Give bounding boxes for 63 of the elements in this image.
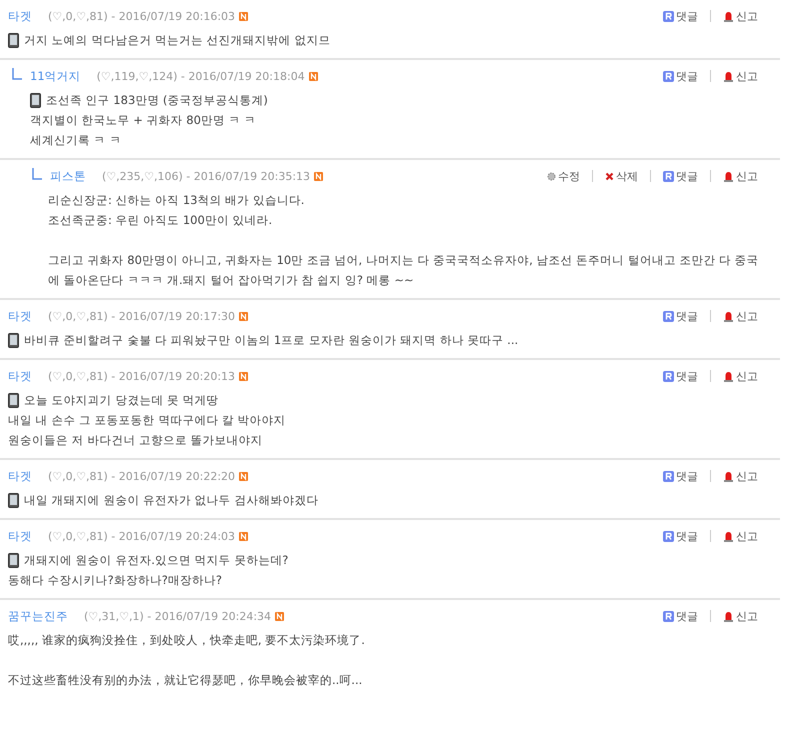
gear-icon (547, 172, 556, 180)
reply-icon (663, 170, 674, 182)
siren-icon (723, 370, 734, 382)
siren-icon (723, 10, 734, 22)
action-link[interactable]: 신고 (723, 308, 758, 324)
comment-text: 조선족 인구 183만명 (중국정부공식통계) (46, 92, 268, 109)
action-link[interactable]: 댓글 (663, 368, 698, 384)
comment-text: 哎,,,,, 谁家的疯狗没拴住，到处咬人，快牵走吧, 要不太污染环境了. (8, 632, 365, 649)
comment-meta: (♡,119,♡,124) - 2016/07/19 20:18:04 (96, 70, 305, 82)
delete-icon (605, 172, 614, 180)
siren-icon (723, 610, 734, 622)
action-link[interactable]: 댓글 (663, 168, 698, 184)
action-link[interactable]: 신고 (723, 528, 758, 544)
action-link[interactable]: 신고 (723, 468, 758, 484)
comment-text: 개돼지에 원숭이 유전자.있으면 먹지두 못하는데? (24, 552, 288, 569)
comment-text: 거지 노예의 먹다남은거 먹는거는 선진개돼지밖에 없지므 (24, 32, 330, 49)
comment-meta: (♡,0,♡,81) - 2016/07/19 20:17:30 (48, 310, 236, 322)
action-link[interactable]: 댓글 (663, 528, 698, 544)
comment-meta: (♡,235,♡,106) - 2016/07/19 20:35:13 (102, 170, 310, 182)
comment-text: 세계신기록 ㅋ ㅋ (30, 132, 122, 149)
comment-text: 에 돌아온단다 ㅋㅋㅋ 개.돼지 털어 잡아먹기가 참 쉽지 잉? 메롱 ~~ (48, 272, 414, 289)
reply-icon (663, 70, 674, 82)
siren-icon (723, 310, 734, 322)
reply-icon (663, 610, 674, 622)
comment-text: 오늘 도야지괴기 당겼는데 못 먹게땅 (24, 392, 219, 409)
action-link[interactable]: 댓글 (663, 8, 698, 24)
reply-icon (663, 310, 674, 322)
reply-icon (663, 10, 674, 22)
comment-meta: (♡,31,♡,1) - 2016/07/19 20:24:34 (84, 610, 272, 622)
action-link[interactable]: 수정 (547, 168, 580, 184)
siren-icon (723, 530, 734, 542)
action-link[interactable]: 댓글 (663, 608, 698, 624)
reply-indent-icon (32, 168, 42, 180)
action-link[interactable]: 댓글 (663, 308, 698, 324)
action-link[interactable]: 삭제 (605, 168, 638, 184)
action-link[interactable]: 댓글 (663, 468, 698, 484)
siren-icon (723, 170, 734, 182)
comment-text: 그리고 귀화자 80만명이 아니고, 귀화자는 10만 조금 넘어, 나머지는 다 중국국적소유자야, 남조선 돈주머니 털어내고 조만간 다 중국 (48, 252, 759, 269)
comment-text: 원숭이들은 저 바다건너 고향으로 똘가보내야지 (8, 432, 263, 449)
reply-icon (663, 530, 674, 542)
action-link[interactable]: 신고 (723, 608, 758, 624)
siren-icon (723, 70, 734, 82)
comment-text: 내일 개돼지에 원숭이 유전자가 없나두 검사해봐야겠다 (24, 492, 318, 509)
comment-text: 객지별이 한국노무 + 귀화자 80만명 ㅋ ㅋ (30, 112, 256, 129)
comment-meta: (♡,0,♡,81) - 2016/07/19 20:24:03 (48, 530, 236, 542)
action-link[interactable]: 신고 (723, 8, 758, 24)
action-link[interactable]: 신고 (723, 168, 758, 184)
comment-meta: (♡,0,♡,81) - 2016/07/19 20:16:03 (48, 10, 236, 22)
action-link[interactable]: 신고 (723, 68, 758, 84)
siren-icon (723, 470, 734, 482)
comment-meta: (♡,0,♡,81) - 2016/07/19 20:20:13 (48, 370, 236, 382)
comment-text: 내일 내 손수 그 포동포동한 멱따구에다 칼 박아야지 (8, 412, 286, 429)
comment-text: 동해다 수장시키나?화장하나?매장하나? (8, 572, 222, 589)
comment-text: 바비큐 준비할려구 숯불 다 피워놨구만 이놈의 1프로 모자란 원숭이가 돼지멱 하나 못따구 ... (24, 332, 518, 349)
comment-meta: (♡,0,♡,81) - 2016/07/19 20:22:20 (48, 470, 236, 482)
comment-text: 不过这些畜牲没有别的办法，就让它得瑟吧，你早晚会被宰的..呵... (8, 672, 362, 689)
reply-indent-icon (12, 68, 22, 80)
reply-icon (663, 370, 674, 382)
action-link[interactable]: 신고 (723, 368, 758, 384)
comment-text: 리순신장군: 신하는 아직 13척의 배가 있습니다. (48, 192, 304, 209)
reply-icon (663, 470, 674, 482)
action-link[interactable]: 댓글 (663, 68, 698, 84)
comment-text: 조선족군중: 우린 아직도 100만이 있네라. (48, 212, 272, 229)
